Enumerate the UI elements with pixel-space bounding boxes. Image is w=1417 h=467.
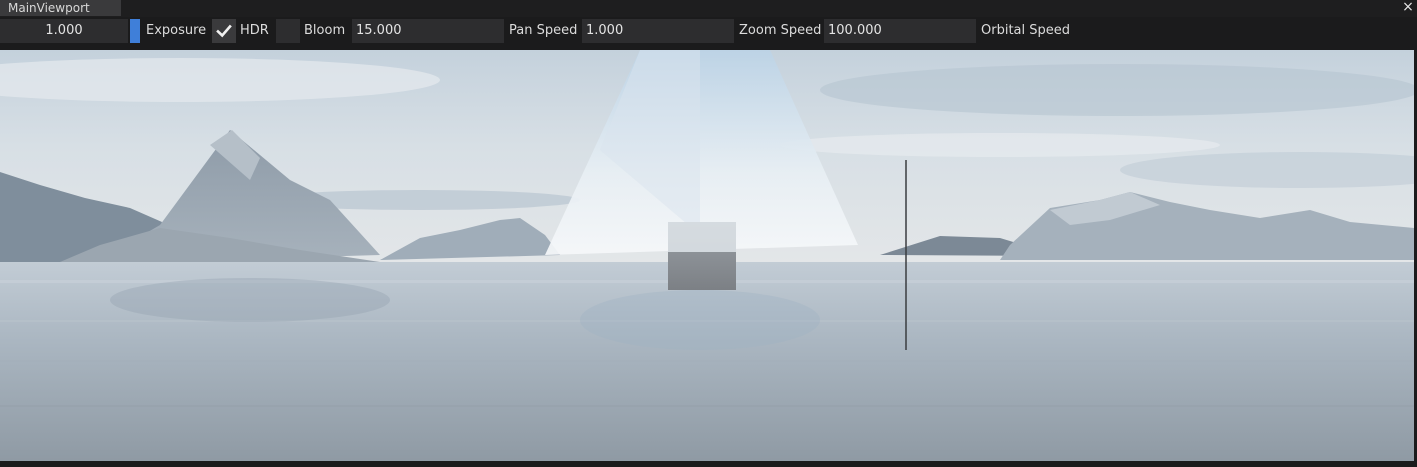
orbital-speed-label: Orbital Speed xyxy=(981,23,1071,38)
exposure-input[interactable]: 1.000 xyxy=(0,19,128,43)
bloom-checkbox[interactable] xyxy=(276,19,300,43)
zoom-speed-input[interactable]: 100.000 xyxy=(824,19,976,43)
bloom-input[interactable]: 15.000 xyxy=(352,19,504,43)
close-icon[interactable]: × xyxy=(1399,0,1417,16)
pan-speed-input[interactable]: 1.000 xyxy=(582,19,734,43)
bloom-label: Bloom xyxy=(304,23,346,38)
hdr-label: HDR xyxy=(240,23,269,38)
hdr-checkbox[interactable] xyxy=(212,19,236,43)
title-bar: MainViewport × xyxy=(0,0,1417,17)
pan-speed-label: Pan Speed xyxy=(509,23,578,38)
exposure-label: Exposure xyxy=(146,23,207,38)
3d-viewport[interactable] xyxy=(0,50,1414,461)
checkmark-icon xyxy=(216,24,232,38)
tab-main-viewport[interactable]: MainViewport xyxy=(0,0,121,16)
exposure-slider-handle[interactable] xyxy=(130,19,140,43)
viewport-toolbar: 1.000 Exposure HDR Bloom 15.000 Pan Spee… xyxy=(0,19,1417,43)
zoom-speed-label: Zoom Speed xyxy=(739,23,822,38)
scene-render xyxy=(0,50,1414,461)
